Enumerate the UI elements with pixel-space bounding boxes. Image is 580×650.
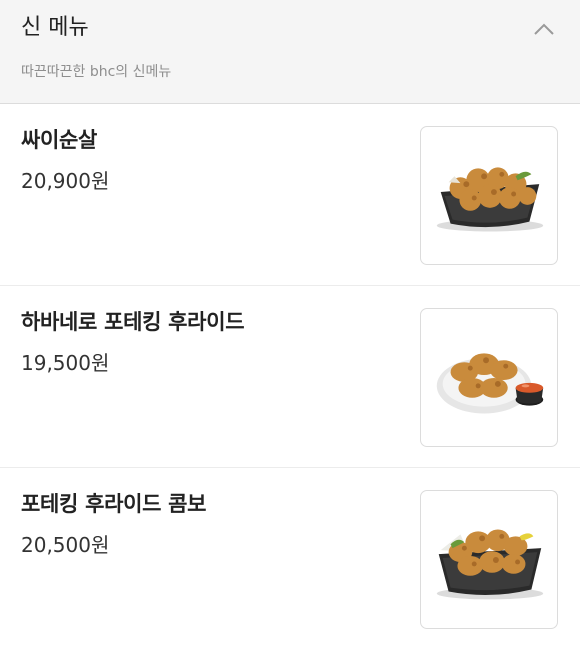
new-menu-header[interactable]: 신 메뉴 따끈따끈한 bhc의 신메뉴 — [0, 0, 580, 104]
fried-chicken-on-plate-image — [436, 353, 544, 414]
menu-item-image[interactable] — [420, 126, 558, 265]
menu-item-price: 20,500원 — [21, 533, 110, 557]
menu-list: 싸이순살 20,900원 하바네로 포테킹 후라이드 19,500원 포테킹 후… — [0, 104, 580, 650]
menu-item-price: 20,900원 — [21, 169, 110, 193]
menu-item-name: 하바네로 포테킹 후라이드 — [21, 310, 245, 334]
menu-item-price: 19,500원 — [21, 351, 110, 375]
chevron-up-icon — [534, 23, 554, 35]
section-title: 신 메뉴 — [21, 15, 89, 40]
menu-item-image[interactable] — [420, 490, 558, 629]
menu-item[interactable]: 싸이순살 20,900원 — [0, 104, 580, 286]
section-subtitle: 따끈따끈한 bhc의 신메뉴 — [21, 64, 172, 80]
fried-chicken-combo-in-basket-image — [436, 529, 544, 600]
boneless-chicken-in-basket-image — [436, 167, 544, 232]
menu-item[interactable]: 하바네로 포테킹 후라이드 19,500원 — [0, 286, 580, 468]
menu-item-name: 싸이순살 — [21, 128, 98, 152]
collapse-toggle-button[interactable] — [530, 17, 558, 41]
menu-item-name: 포테킹 후라이드 콤보 — [21, 492, 207, 516]
menu-item-image[interactable] — [420, 308, 558, 447]
menu-item[interactable]: 포테킹 후라이드 콤보 20,500원 — [0, 468, 580, 650]
